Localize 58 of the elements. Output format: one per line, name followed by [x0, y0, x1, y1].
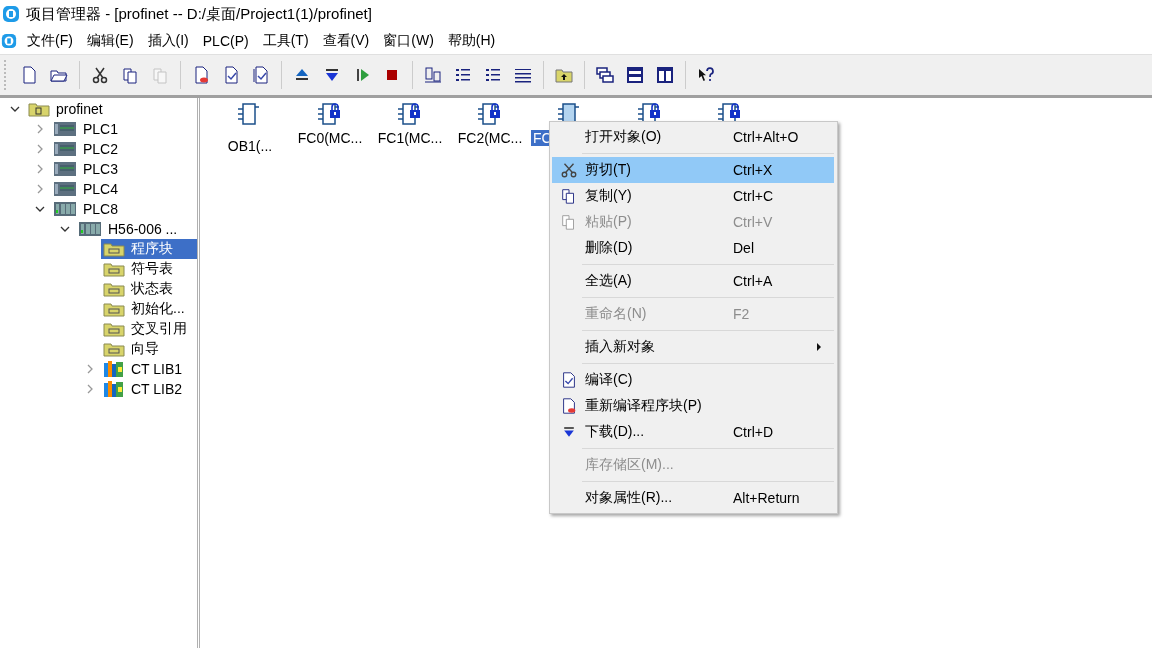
- tree-item[interactable]: PLC8: [51, 199, 197, 219]
- tree-item[interactable]: PLC4: [51, 179, 197, 199]
- menu-item[interactable]: 编辑(E): [80, 32, 142, 50]
- object-label: OB1(...: [226, 138, 274, 154]
- rack-icon: [78, 221, 102, 237]
- folder-icon: [103, 341, 125, 357]
- tree-item[interactable]: H56-006 ...: [76, 219, 197, 239]
- plc-module-icon: [53, 121, 77, 137]
- tree-item[interactable]: 程序块: [101, 239, 197, 259]
- context-menu-item[interactable]: 重新编译程序块(P): [552, 393, 834, 419]
- object-label: FC2(MC...: [456, 130, 524, 146]
- library-books-icon: [103, 360, 125, 378]
- folder-icon: [103, 261, 125, 277]
- folder-icon: [103, 281, 125, 297]
- context-menu-item[interactable]: 插入新对象: [552, 334, 834, 360]
- menu-item[interactable]: 帮助(H): [441, 32, 504, 50]
- menu-item[interactable]: PLC(P): [196, 33, 257, 49]
- context-menu-item[interactable]: 删除(D) Del: [552, 235, 834, 261]
- locked-block-icon[interactable]: [397, 102, 423, 126]
- context-menu-item[interactable]: 全选(A) Ctrl+A: [552, 268, 834, 294]
- folder-icon: [103, 321, 125, 337]
- folder-icon: [103, 301, 125, 317]
- context-menu-item[interactable]: 编译(C): [552, 367, 834, 393]
- menu-item[interactable]: 查看(V): [316, 32, 378, 50]
- tree-item[interactable]: 向导: [101, 339, 197, 359]
- rack-icon: [53, 201, 77, 217]
- tree-item[interactable]: PLC2: [51, 139, 197, 159]
- plc-module-icon: [53, 181, 77, 197]
- library-books-icon: [103, 380, 125, 398]
- locked-block-icon[interactable]: [477, 102, 503, 126]
- project-folder-icon: [28, 101, 50, 117]
- scissors-icon: [559, 161, 578, 179]
- tree-item[interactable]: PLC3: [51, 159, 197, 179]
- submenu-arrow-icon: [816, 343, 822, 351]
- plc-module-icon: [53, 141, 77, 157]
- tree-item[interactable]: CT LIB2: [101, 379, 197, 399]
- tree-item[interactable]: CT LIB1: [101, 359, 197, 379]
- locked-block-icon[interactable]: [317, 102, 343, 126]
- context-menu-item[interactable]: 复制(Y) Ctrl+C: [552, 183, 834, 209]
- object-label: FC0(MC...: [296, 130, 364, 146]
- menu-item[interactable]: 文件(F): [21, 32, 81, 50]
- tree-item[interactable]: 初始化...: [101, 299, 197, 319]
- context-menu-item[interactable]: 打开对象(O) Ctrl+Alt+O: [552, 124, 834, 150]
- context-menu-item[interactable]: 下载(D)... Ctrl+D: [552, 419, 834, 445]
- menu-item[interactable]: 插入(I): [141, 32, 197, 50]
- menu-item[interactable]: 窗口(W): [377, 32, 442, 50]
- tree-item[interactable]: 状态表: [101, 279, 197, 299]
- folder-icon: [103, 241, 125, 257]
- menu-item[interactable]: 工具(T): [256, 32, 317, 50]
- plc-module-icon: [53, 161, 77, 177]
- tree-item[interactable]: 交叉引用: [101, 319, 197, 339]
- context-menu-item[interactable]: 剪切(T) Ctrl+X: [552, 157, 834, 183]
- tree-item[interactable]: 符号表: [101, 259, 197, 279]
- window-title: 项目管理器 - [profinet -- D:/桌面/Project1(1)/profinet]: [26, 4, 372, 24]
- tree-item[interactable]: PLC1: [51, 119, 197, 139]
- context-menu-item[interactable]: 对象属性(R)... Alt+Return: [552, 485, 834, 511]
- object-label: FC1(MC...: [376, 130, 444, 146]
- tree-item[interactable]: profinet: [26, 99, 197, 119]
